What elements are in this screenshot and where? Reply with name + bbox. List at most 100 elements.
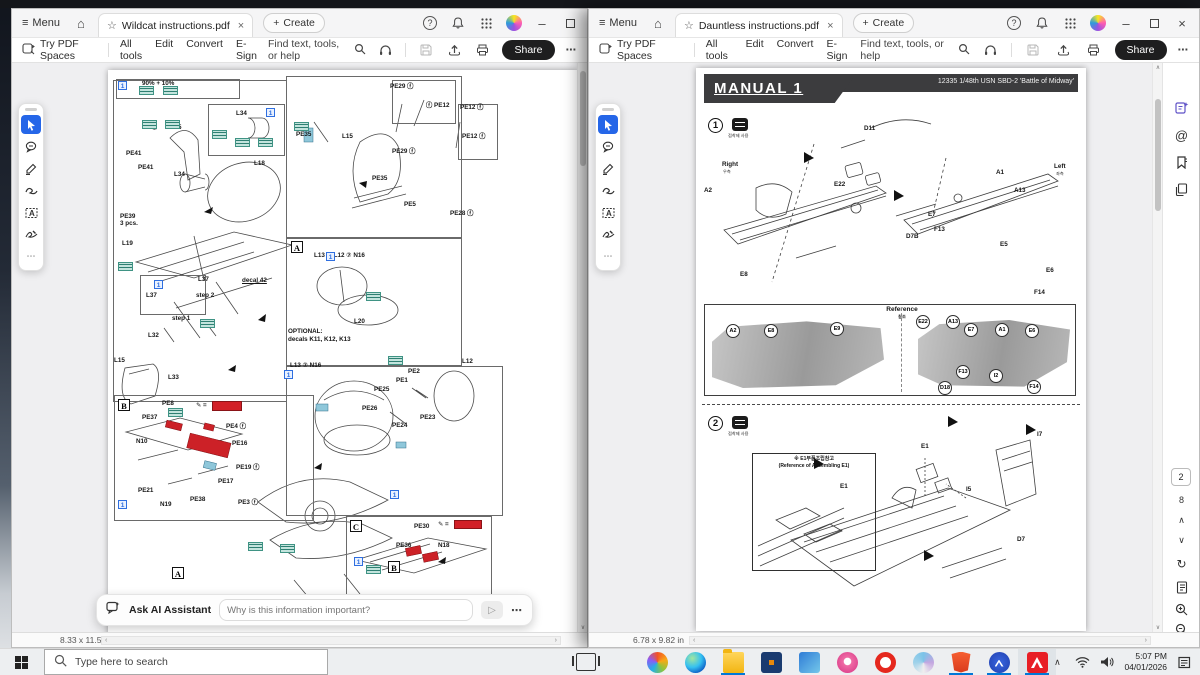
select-tool[interactable]: [21, 115, 41, 134]
text-box-tool[interactable]: A: [598, 203, 618, 222]
comment-tool[interactable]: [21, 137, 41, 156]
apps-grid-icon[interactable]: [1059, 12, 1081, 34]
taskbar-app-file-explorer[interactable]: [714, 649, 752, 675]
read-aloud-headphones-icon[interactable]: [981, 39, 1001, 61]
close-button[interactable]: ×: [1171, 12, 1193, 34]
share-button[interactable]: Share: [502, 40, 554, 60]
horizontal-scrollbar[interactable]: ‹›: [101, 636, 561, 645]
create-button[interactable]: +Create: [263, 13, 325, 33]
next-page-chevron-icon[interactable]: ∨: [1163, 535, 1199, 546]
vertical-scrollbar[interactable]: ∨: [577, 63, 587, 632]
draw-tool[interactable]: [598, 181, 618, 200]
star-icon[interactable]: ☆: [107, 19, 117, 32]
taskbar-app-photos[interactable]: [790, 649, 828, 675]
notifications-bell-icon[interactable]: [447, 12, 469, 34]
toolbar-nav-item[interactable]: Convert: [186, 38, 223, 62]
action-center-icon[interactable]: [1176, 654, 1192, 670]
clock[interactable]: 5:07 PM 04/01/2026: [1124, 651, 1167, 672]
toolbar-nav-item[interactable]: Edit: [155, 38, 173, 62]
find-box[interactable]: Find text, tools, or help: [268, 38, 366, 62]
find-box[interactable]: Find text, tools, or help: [860, 38, 969, 62]
tab-close-icon[interactable]: ×: [238, 20, 244, 32]
draw-tool[interactable]: [21, 181, 41, 200]
taskbar-app-brave[interactable]: [942, 649, 980, 675]
toolbar-nav-item[interactable]: All tools: [706, 38, 733, 62]
profile-orb-icon[interactable]: [503, 12, 525, 34]
zoom-out-icon[interactable]: [1171, 619, 1192, 632]
highlight-tool[interactable]: [598, 159, 618, 178]
pdf-spaces-button[interactable]: Try PDF Spaces: [599, 38, 683, 62]
comment-tool[interactable]: [598, 137, 618, 156]
hidden-icons-chevron-icon[interactable]: ∧: [1049, 654, 1065, 670]
volume-icon[interactable]: [1099, 654, 1115, 670]
home-icon[interactable]: ⌂: [70, 12, 92, 34]
share-button[interactable]: Share: [1115, 40, 1167, 60]
current-page-input[interactable]: 2: [1171, 468, 1191, 486]
menu-button[interactable]: ≡Menu: [595, 12, 641, 34]
taskbar-app-store[interactable]: [752, 649, 790, 675]
print-icon[interactable]: [474, 39, 491, 61]
zoom-in-icon[interactable]: [1171, 599, 1192, 620]
sign-tool[interactable]: [21, 225, 41, 244]
taskbar-app-edge[interactable]: [676, 649, 714, 675]
comments-icon[interactable]: @: [1171, 125, 1192, 146]
palette-drag-handle[interactable]: [602, 108, 614, 111]
toolbar-nav-item[interactable]: All tools: [120, 38, 142, 62]
help-icon[interactable]: ?: [419, 12, 441, 34]
ai-more-icon[interactable]: ⋯: [511, 604, 523, 617]
notifications-bell-icon[interactable]: [1031, 12, 1053, 34]
bookmarks-icon[interactable]: [1171, 152, 1192, 173]
select-tool[interactable]: [598, 115, 618, 134]
toolbar-nav-item[interactable]: Edit: [746, 38, 764, 62]
wifi-icon[interactable]: [1074, 654, 1090, 670]
previous-page-chevron-icon[interactable]: ∧: [1163, 515, 1199, 526]
minimize-button[interactable]: –: [1115, 12, 1137, 34]
highlight-tool[interactable]: [21, 159, 41, 178]
menu-button[interactable]: ≡Menu: [18, 12, 64, 34]
sign-tool[interactable]: [598, 225, 618, 244]
page-thumbnails-icon[interactable]: [1171, 179, 1192, 200]
rotate-page-icon[interactable]: ↻: [1163, 557, 1199, 571]
upload-share-icon[interactable]: [1054, 39, 1074, 61]
taskbar-app-opera[interactable]: [866, 649, 904, 675]
profile-orb-icon[interactable]: [1087, 12, 1109, 34]
toolbar-nav-item[interactable]: Convert: [777, 38, 814, 62]
minimize-button[interactable]: –: [531, 12, 553, 34]
page-view-icon[interactable]: [1171, 577, 1192, 598]
more-tools[interactable]: ⋯: [598, 247, 618, 266]
more-options-icon[interactable]: ⋯: [1178, 44, 1190, 56]
tab-close-icon[interactable]: ×: [827, 20, 833, 32]
toolbar-nav-item[interactable]: E-Sign: [826, 38, 849, 62]
read-aloud-headphones-icon[interactable]: [377, 39, 394, 61]
save-icon[interactable]: [417, 39, 434, 61]
star-icon[interactable]: ☆: [684, 19, 694, 32]
ai-question-input[interactable]: [219, 599, 473, 621]
taskbar-app-nordvpn[interactable]: [980, 649, 1018, 675]
taskbar-search[interactable]: Type here to search: [44, 649, 328, 675]
start-button[interactable]: [0, 649, 42, 675]
print-icon[interactable]: [1084, 39, 1104, 61]
maximize-button[interactable]: [559, 12, 581, 34]
ai-assistant-icon[interactable]: [1171, 97, 1192, 118]
upload-share-icon[interactable]: [446, 39, 463, 61]
tab-wildcat[interactable]: ☆ Wildcat instructions.pdf ×: [98, 13, 253, 37]
create-button[interactable]: +Create: [853, 13, 915, 33]
text-box-tool[interactable]: A: [21, 203, 41, 222]
vertical-scrollbar[interactable]: ∧ ∨: [1152, 63, 1162, 632]
palette-drag-handle[interactable]: [25, 108, 37, 111]
help-icon[interactable]: ?: [1003, 12, 1025, 34]
more-tools[interactable]: ⋯: [21, 247, 41, 266]
apps-grid-icon[interactable]: [475, 12, 497, 34]
tab-dauntless[interactable]: ☆ Dauntless instructions.pdf ×: [675, 13, 843, 37]
send-icon[interactable]: ▷: [481, 601, 503, 619]
maximize-button[interactable]: [1143, 12, 1165, 34]
taskbar-app-paint-3d[interactable]: [904, 649, 942, 675]
task-view-icon[interactable]: [576, 653, 596, 671]
save-icon[interactable]: [1023, 39, 1043, 61]
taskbar-app-copilot[interactable]: [638, 649, 676, 675]
horizontal-scrollbar[interactable]: ‹›: [689, 636, 1151, 645]
more-options-icon[interactable]: ⋯: [566, 44, 578, 56]
toolbar-nav-item[interactable]: E-Sign: [236, 38, 257, 62]
taskbar-app-paint[interactable]: [828, 649, 866, 675]
pdf-spaces-button[interactable]: Try PDF Spaces: [22, 38, 97, 62]
